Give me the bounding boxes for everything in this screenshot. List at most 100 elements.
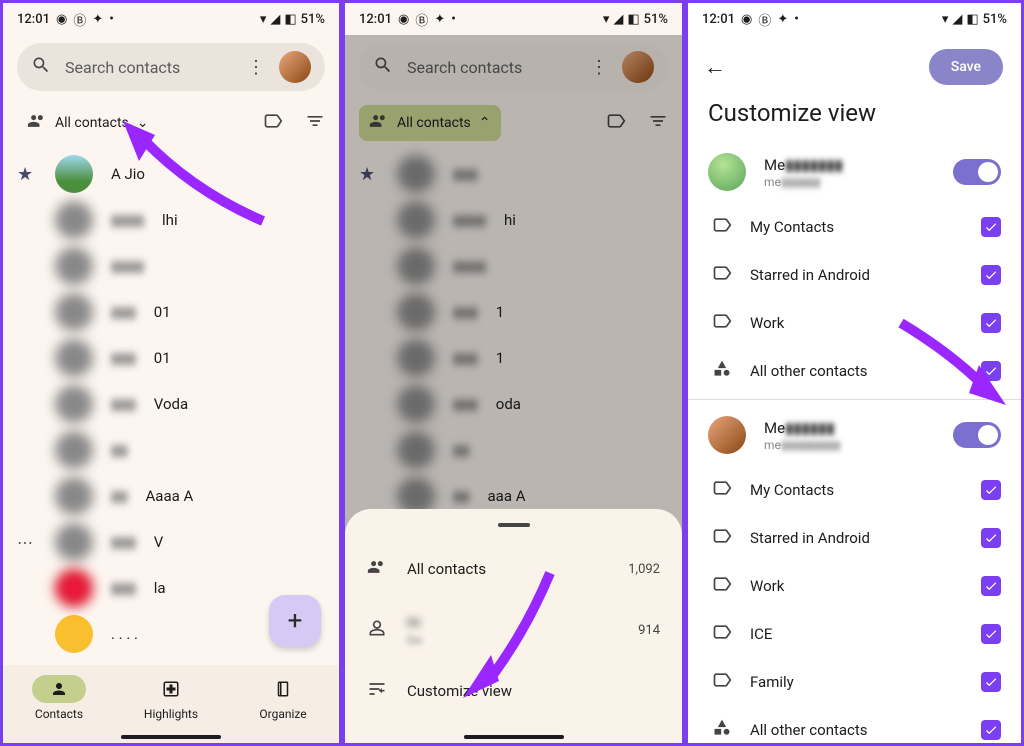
bottom-nav: Contacts Highlights Organize	[3, 665, 339, 743]
filter-icon[interactable]	[305, 111, 325, 135]
more-vert-icon[interactable]: ⋮	[247, 57, 265, 78]
contact-row[interactable]: ▮▮▮Voda	[17, 381, 325, 427]
label-row-starred[interactable]: Starred in Android	[708, 251, 1001, 299]
nav-highlights[interactable]: Highlights	[144, 675, 198, 721]
contact-name: A Jio	[111, 165, 145, 183]
account-section-1: Me▮▮▮▮▮▮▮me▮▮▮▮▮▮ My Contacts Starred in…	[688, 141, 1021, 395]
label-row-starred[interactable]: Starred in Android	[708, 514, 1001, 562]
account-toggle[interactable]	[953, 422, 1001, 448]
contact-avatar	[55, 247, 93, 285]
wifi-icon: ▾	[260, 12, 267, 27]
nav-organize[interactable]: Organize	[256, 675, 310, 721]
contact-avatar	[55, 201, 93, 239]
contact-avatar	[55, 385, 93, 423]
label-icon	[712, 574, 732, 598]
signal-icon: ◢	[270, 12, 280, 27]
chip-label: All contacts	[55, 115, 129, 131]
chevron-up-icon: ⌃	[479, 115, 491, 131]
contact-name: ▮▮	[111, 487, 128, 505]
contact-avatar	[55, 523, 93, 561]
add-contact-fab[interactable]: +	[269, 595, 321, 647]
label-icon	[712, 622, 732, 646]
contact-row[interactable]: ▮▮▮▮lhi	[17, 197, 325, 243]
people-icon	[27, 111, 47, 135]
account-toggle-row[interactable]: Me▮▮▮▮▮▮me▮▮▮▮▮▮▮▮▮	[708, 404, 1001, 466]
account-toggle[interactable]	[953, 159, 1001, 185]
back-button[interactable]: ←	[704, 54, 726, 80]
contact-avatar	[55, 339, 93, 377]
nav-contacts[interactable]: Contacts	[32, 675, 86, 721]
checkbox[interactable]	[981, 576, 1001, 596]
tune-icon	[367, 679, 387, 703]
category-icon	[712, 359, 732, 383]
status-time: 12:01	[17, 12, 50, 27]
filter-row: All contacts ⌄	[3, 99, 339, 151]
ellipsis-icon: ⋯	[17, 533, 37, 552]
contact-row[interactable]: ★ A Jio	[17, 151, 325, 197]
contact-avatar	[55, 431, 93, 469]
checkbox[interactable]	[981, 217, 1001, 237]
sheet-drag-handle[interactable]	[498, 523, 530, 527]
contact-row[interactable]: ▮▮Aaaa A	[17, 473, 325, 519]
contact-name: ▮▮	[111, 441, 128, 459]
contact-avatar	[55, 477, 93, 515]
gesture-bar	[121, 735, 221, 739]
account-avatar	[708, 416, 746, 454]
checkbox[interactable]	[981, 313, 1001, 333]
label-row-all-other[interactable]: All other contacts	[708, 347, 1001, 395]
sheet-all-contacts[interactable]: All contacts 1,092	[345, 541, 682, 597]
account-toggle-row[interactable]: Me▮▮▮▮▮▮▮me▮▮▮▮▮▮	[708, 141, 1001, 203]
search-bar: Search contacts ⋮	[359, 43, 668, 91]
checkbox[interactable]	[981, 361, 1001, 381]
checkbox[interactable]	[981, 720, 1001, 740]
status-bar: 12:01◉Ⓑ✦• ▾◢◧51%	[688, 3, 1021, 35]
label-row-ice[interactable]: ICE	[708, 610, 1001, 658]
dot-icon: •	[109, 12, 114, 27]
sheet-customize-view[interactable]: Customize view	[345, 663, 682, 719]
contact-avatar	[55, 569, 93, 607]
label-row-my-contacts[interactable]: My Contacts	[708, 466, 1001, 514]
battery-percent: 51%	[301, 12, 325, 27]
contact-row[interactable]: ▮▮▮01	[17, 289, 325, 335]
battery-icon: ◧	[284, 12, 296, 27]
checkbox[interactable]	[981, 528, 1001, 548]
checkbox[interactable]	[981, 624, 1001, 644]
contact-list: ★ A Jio ▮▮▮▮lhi ▮▮▮▮ ▮▮▮01 ▮▮▮01 ▮▮▮Voda…	[3, 151, 339, 657]
screen-contacts-list: 12:01 ◉ Ⓑ ✦ • ▾ ◢ ◧ 51% Search contacts …	[0, 0, 342, 746]
contact-name: ▮▮▮▮	[111, 257, 144, 275]
chat-icon: ✦	[92, 12, 103, 27]
page-title: Customize view	[688, 89, 1021, 141]
checkbox[interactable]	[981, 672, 1001, 692]
all-contacts-chip[interactable]: All contacts ⌄	[17, 105, 159, 141]
label-icon	[712, 215, 732, 239]
search-placeholder: Search contacts	[65, 58, 233, 77]
contact-row[interactable]: ▮▮	[17, 427, 325, 473]
contact-row[interactable]: ▮▮▮01	[17, 335, 325, 381]
account-avatar	[708, 153, 746, 191]
contact-avatar	[55, 155, 93, 193]
label-row-family[interactable]: Family	[708, 658, 1001, 706]
star-icon: ★	[17, 164, 37, 185]
people-icon	[367, 557, 387, 581]
label-row-all-other[interactable]: All other contacts	[708, 706, 1001, 746]
contact-name: ▮▮▮	[111, 395, 136, 413]
contact-row[interactable]: ▮▮▮▮	[17, 243, 325, 289]
label-row-work[interactable]: Work	[708, 299, 1001, 347]
contact-name: ▮▮▮	[111, 303, 136, 321]
contact-row[interactable]: ⋯▮▮▮V	[17, 519, 325, 565]
search-bar[interactable]: Search contacts ⋮	[17, 43, 325, 91]
save-button[interactable]: Save	[929, 49, 1003, 85]
contact-name: . . . .	[111, 625, 138, 643]
label-icon[interactable]	[263, 111, 283, 135]
label-icon	[712, 478, 732, 502]
checkbox[interactable]	[981, 480, 1001, 500]
sheet-account[interactable]: mGo 914	[345, 597, 682, 663]
label-row-work[interactable]: Work	[708, 562, 1001, 610]
screen-contacts-sheet: 12:01◉Ⓑ✦• ▾◢◧51% Search contacts ⋮ All c…	[342, 0, 685, 746]
person-icon	[367, 618, 387, 642]
checkbox[interactable]	[981, 265, 1001, 285]
contact-avatar	[55, 293, 93, 331]
profile-avatar[interactable]	[279, 51, 311, 83]
screen-customize-view: 12:01◉Ⓑ✦• ▾◢◧51% ← Save Customize view M…	[685, 0, 1024, 746]
label-row-my-contacts[interactable]: My Contacts	[708, 203, 1001, 251]
